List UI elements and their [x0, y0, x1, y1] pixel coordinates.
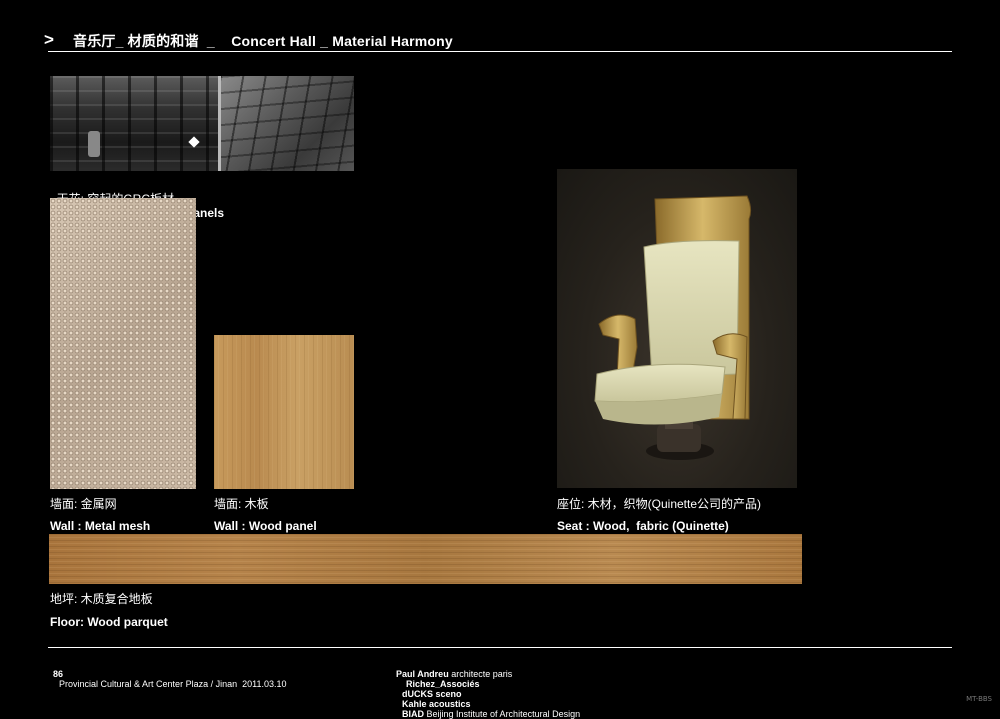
ceiling-image	[50, 76, 354, 171]
credit-biad: BIAD	[402, 709, 425, 719]
credit-richez: Richez_Associés	[406, 679, 480, 689]
credit-biad-rest: Beijing Institute of Architectural Desig…	[424, 709, 581, 719]
wood-panel-image	[214, 335, 354, 489]
credit-paul-andreu-rest: architecte paris	[448, 669, 513, 679]
wood-parquet-image	[49, 534, 802, 584]
header-arrow-icon: >	[44, 30, 54, 49]
page-title: 音乐厅_ 材质的和谐 _ Concert Hall _ Material Har…	[73, 33, 453, 49]
footer-divider	[48, 647, 952, 648]
page-number: 86	[53, 669, 64, 679]
lamp-icon	[88, 131, 100, 157]
header-divider	[48, 51, 952, 52]
credit-paul-andreu: Paul Andreu	[396, 669, 449, 679]
credit-ducks: dUCKS sceno	[402, 689, 462, 699]
floor-caption-cn: 地坪: 木质复合地板	[50, 592, 153, 606]
seat-illustration	[594, 195, 752, 460]
watermark-logo: MT-BBS	[966, 695, 992, 703]
seat-image	[557, 169, 797, 488]
metal-mesh-image	[50, 198, 196, 489]
credit-kahle: Kahle acoustics	[402, 699, 471, 709]
seat-caption-en: Seat : Wood, fabric (Quinette)	[557, 519, 729, 533]
mesh-caption-en: Wall : Metal mesh	[50, 519, 151, 533]
floor-caption-en: Floor: Wood parquet	[50, 615, 168, 629]
footer-credits: Paul Andreu architecte paris Richez_Asso…	[391, 659, 580, 719]
seat-caption-cn: 座位: 木材，织物(Quinette公司的产品)	[557, 497, 762, 511]
wood-panel-caption-en: Wall : Wood panel	[214, 519, 317, 533]
wood-panel-caption-cn: 墙面: 木板	[214, 497, 269, 511]
mesh-caption-cn: 墙面: 金属网	[50, 497, 117, 511]
project-info: Provincial Cultural & Art Center Plaza /…	[59, 679, 287, 689]
footer-left: 86 Provincial Cultural & Art Center Plaz…	[48, 659, 286, 689]
